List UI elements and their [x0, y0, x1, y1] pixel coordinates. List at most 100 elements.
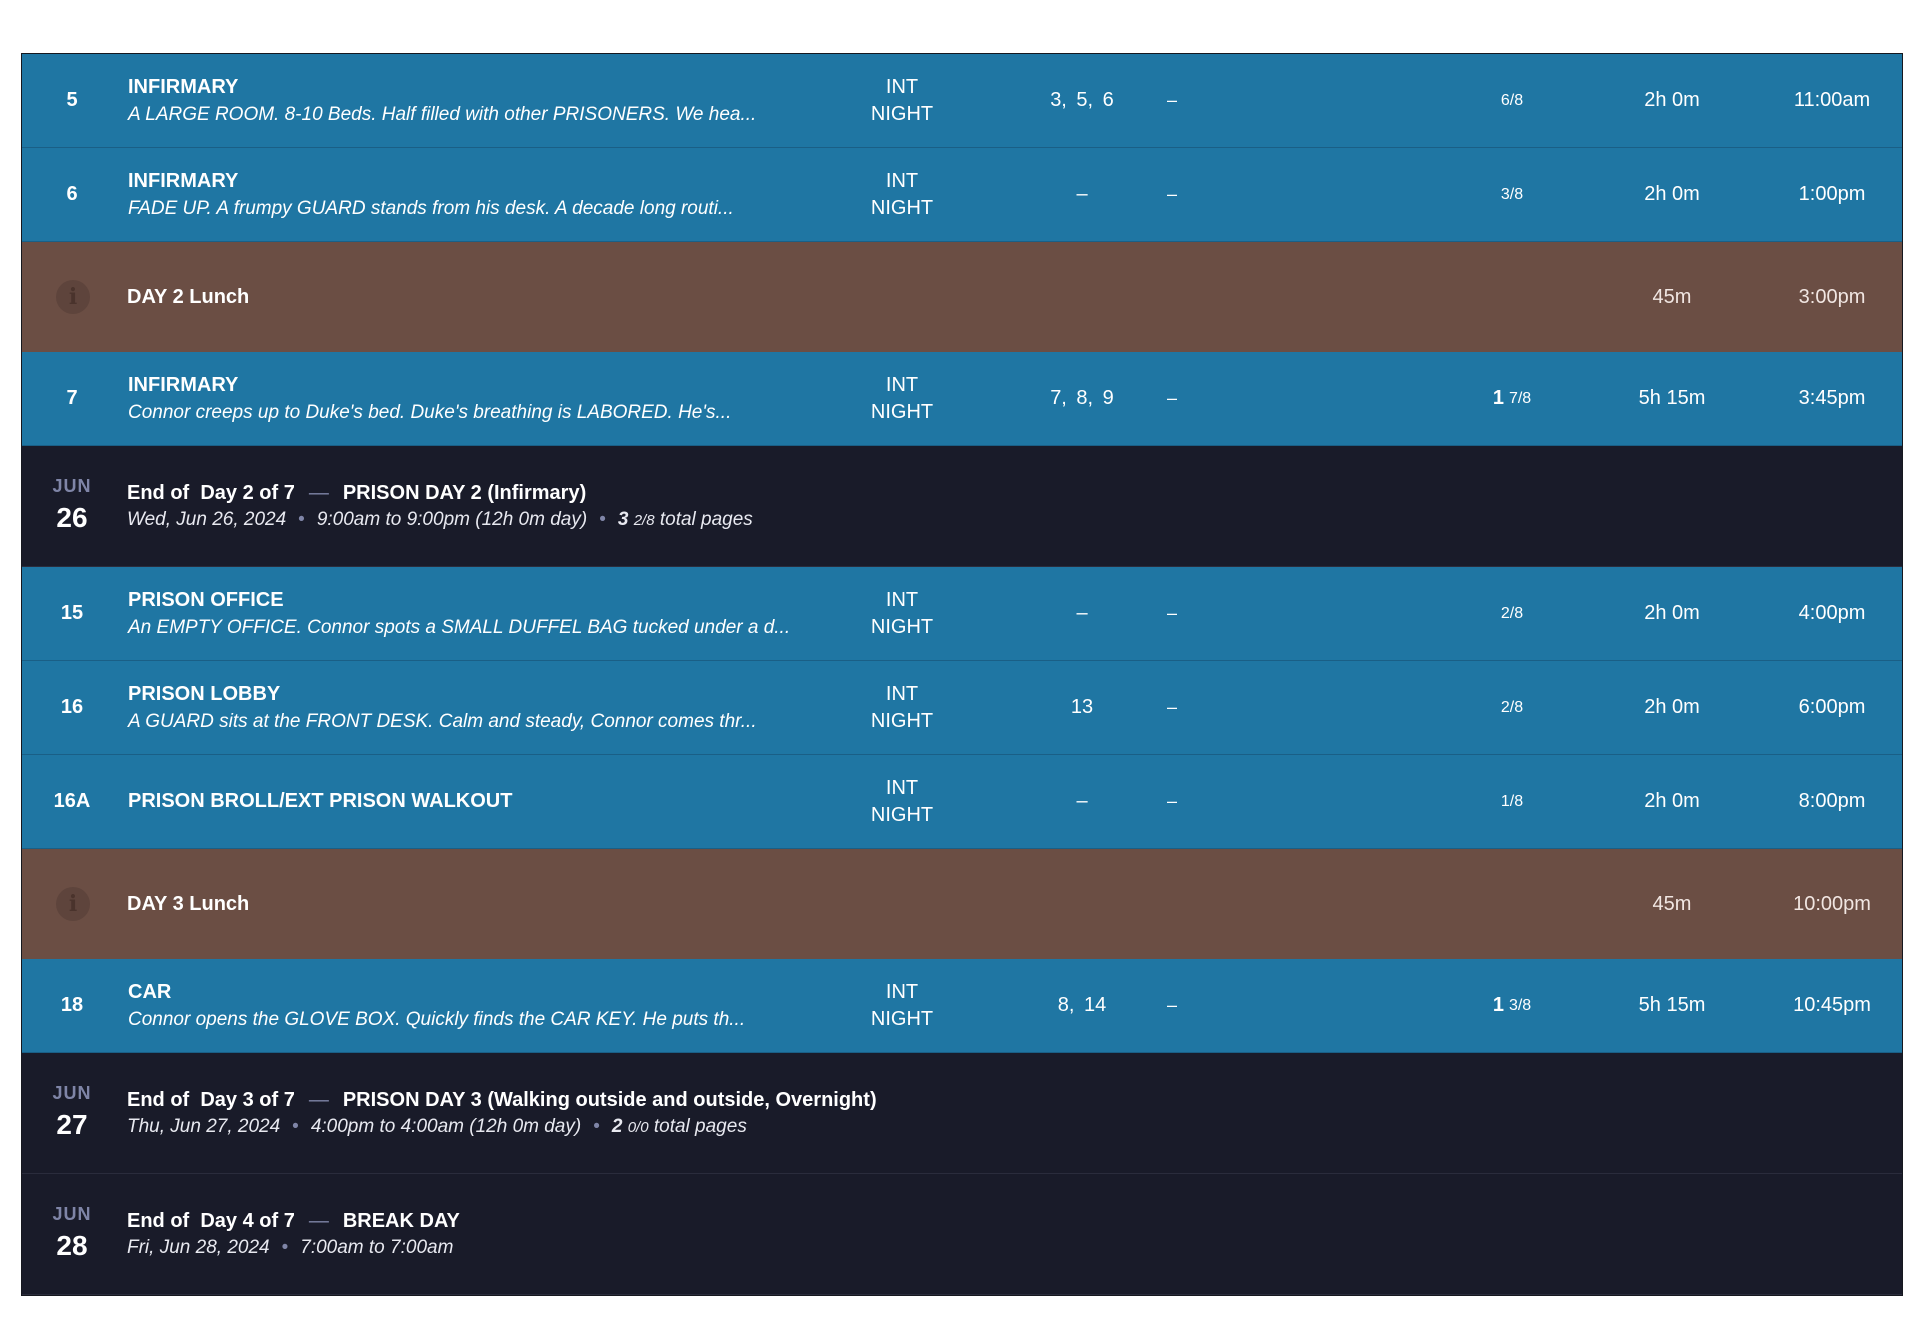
- scene-text: INFIRMARY Connor creeps up to Duke's bed.…: [128, 372, 828, 426]
- scene-number: 15: [60, 602, 84, 624]
- scene-number: 6: [66, 183, 78, 205]
- page-count-fraction: 2/8: [1500, 604, 1524, 622]
- scene-number: 18: [60, 994, 84, 1016]
- extras: –: [1166, 995, 1177, 1015]
- scene-description: Connor opens the GLOVE BOX. Quickly find…: [128, 1009, 746, 1030]
- scene-title: PRISON LOBBY: [128, 683, 281, 705]
- duration: 2h 0m: [1644, 602, 1700, 624]
- scene-title: INFIRMARY: [128, 76, 239, 98]
- start-time: 4:00pm: [1798, 602, 1866, 624]
- start-time: 10:00pm: [1793, 892, 1871, 915]
- page-count: 2/8: [1442, 661, 1582, 754]
- scene-strip[interactable]: 15 PRISON OFFICE An EMPTY OFFICE. Connor s…: [22, 567, 1902, 661]
- time-of-day: NIGHT: [870, 103, 934, 125]
- scene-number: 16: [60, 696, 84, 718]
- duration: 2h 0m: [1644, 183, 1700, 205]
- scene-strip[interactable]: 5 INFIRMARY A LARGE ROOM. 8-10 Beds. Half …: [22, 54, 1902, 148]
- start-time: 10:45pm: [1793, 994, 1871, 1016]
- int-ext-time: INT NIGHT: [842, 681, 962, 735]
- time-of-day: NIGHT: [870, 401, 934, 423]
- scene-description: Connor creeps up to Duke's bed. Duke's b…: [128, 402, 732, 423]
- cast-ids: 13: [1070, 696, 1094, 718]
- end-of-label: End of: [127, 1089, 190, 1111]
- day-date: Fri, Jun 28, 2024: [127, 1237, 270, 1258]
- day-count: Day 2 of 7: [200, 482, 295, 504]
- cast-ids: –: [1076, 790, 1088, 812]
- extras: –: [1166, 90, 1177, 110]
- day-break-heading: End of Day 3 of 7 — PRISON DAY 3 (Walking …: [127, 1089, 877, 1112]
- start-time: 11:00am: [1793, 89, 1871, 111]
- day-break-strip[interactable]: JUN 27 End of Day 3 of 7 — PRISON DAY 3 (Wal…: [22, 1053, 1902, 1174]
- extras: –: [1166, 184, 1177, 204]
- scene-description: FADE UP. A frumpy GUARD stands from his …: [128, 198, 734, 219]
- scene-text: CAR Connor opens the GLOVE BOX. Quickly f…: [128, 979, 828, 1033]
- separator-dot: •: [281, 1237, 289, 1258]
- start-time: 6:00pm: [1798, 696, 1866, 718]
- scene-description: A GUARD sits at the FRONT DESK. Calm and…: [128, 711, 757, 732]
- int-ext-time: INT NIGHT: [842, 775, 962, 829]
- separator: —: [308, 482, 329, 504]
- page-count-fraction: 3/8: [1508, 996, 1532, 1014]
- page-count: 3/8: [1442, 148, 1582, 241]
- scene-text: INFIRMARY FADE UP. A frumpy GUARD stands …: [128, 168, 828, 222]
- separator-dot: •: [599, 509, 606, 530]
- page-count: 1 3/8: [1442, 959, 1582, 1052]
- int-ext: INT: [885, 777, 919, 799]
- day-month: JUN: [52, 1083, 92, 1103]
- day-break-details: Thu, Jun 27, 2024 • 4:00pm to 4:00am (12h …: [127, 1116, 747, 1138]
- meal-label: DAY 3 Lunch: [127, 892, 250, 915]
- cast-ids: 3, 5, 6: [1050, 89, 1114, 111]
- day-number: 28: [56, 1230, 88, 1261]
- day-number: 27: [56, 1109, 88, 1140]
- day-month: JUN: [52, 476, 92, 496]
- scene-strip[interactable]: 6 INFIRMARY FADE UP. A frumpy GUARD stands…: [22, 148, 1902, 242]
- stripboard: 5 INFIRMARY A LARGE ROOM. 8-10 Beds. Half …: [21, 53, 1903, 1296]
- scene-strip[interactable]: 16 PRISON LOBBY A GUARD sits at the FRONT …: [22, 661, 1902, 755]
- day-date: Wed, Jun 26, 2024: [127, 509, 287, 530]
- day-break-strip[interactable]: JUN 26 End of Day 2 of 7 — PRISON DAY 2 (Inf…: [22, 446, 1902, 567]
- scene-title: PRISON BROLL/EXT PRISON WALKOUT: [128, 790, 513, 812]
- scene-number: 7: [66, 387, 78, 409]
- time-of-day: NIGHT: [870, 710, 934, 732]
- cast-ids: –: [1076, 602, 1088, 624]
- duration: 2h 0m: [1644, 790, 1700, 812]
- scene-strip[interactable]: 7 INFIRMARY Connor creeps up to Duke's bed…: [22, 352, 1902, 446]
- duration: 2h 0m: [1644, 696, 1700, 718]
- info-icon[interactable]: i: [56, 280, 90, 314]
- time-of-day: NIGHT: [870, 197, 934, 219]
- page-count-whole: 1: [1492, 387, 1504, 409]
- scene-description: An EMPTY OFFICE. Connor spots a SMALL DU…: [128, 617, 791, 638]
- page-count-fraction: 1/8: [1500, 792, 1524, 810]
- day-hours: 7:00am to 7:00am: [300, 1237, 454, 1258]
- separator: —: [308, 1089, 329, 1111]
- scene-title: INFIRMARY: [128, 374, 239, 396]
- scene-strip[interactable]: 18 CAR Connor opens the GLOVE BOX. Quickly…: [22, 959, 1902, 1053]
- int-ext: INT: [885, 683, 919, 705]
- time-of-day: NIGHT: [870, 804, 934, 826]
- extras: –: [1166, 603, 1177, 623]
- scene-description: A LARGE ROOM. 8-10 Beds. Half filled wit…: [128, 104, 757, 125]
- info-icon[interactable]: i: [56, 887, 90, 921]
- day-count: Day 3 of 7: [200, 1089, 295, 1111]
- scene-number: 16A: [53, 790, 91, 812]
- meal-strip[interactable]: i DAY 3 Lunch 45m 10:00pm: [22, 849, 1902, 959]
- meal-strip[interactable]: i DAY 2 Lunch 45m 3:00pm: [22, 242, 1902, 352]
- day-break-strip[interactable]: JUN 28 End of Day 4 of 7 — BREAK DAY Fri, Jun…: [22, 1174, 1902, 1295]
- meal-label: DAY 2 Lunch: [127, 285, 250, 308]
- duration: 2h 0m: [1644, 89, 1700, 111]
- extras: –: [1166, 388, 1177, 408]
- page-count: 6/8: [1442, 54, 1582, 147]
- start-time: 8:00pm: [1798, 790, 1866, 812]
- day-break-details: Fri, Jun 28, 2024 • 7:00am to 7:00am: [127, 1237, 453, 1259]
- int-ext: INT: [885, 170, 919, 192]
- scene-text: INFIRMARY A LARGE ROOM. 8-10 Beds. Half f…: [128, 74, 828, 128]
- int-ext-time: INT NIGHT: [842, 587, 962, 641]
- int-ext: INT: [885, 76, 919, 98]
- separator-dot: •: [593, 1116, 600, 1137]
- int-ext: INT: [885, 374, 919, 396]
- day-hours: 9:00am to 9:00pm (12h 0m day): [316, 509, 588, 530]
- scene-strip[interactable]: 16A PRISON BROLL/EXT PRISON WALKOUT INT NIG…: [22, 755, 1902, 849]
- page-count: 2/8: [1442, 567, 1582, 660]
- duration: 45m: [1652, 892, 1692, 915]
- separator: —: [308, 1210, 329, 1232]
